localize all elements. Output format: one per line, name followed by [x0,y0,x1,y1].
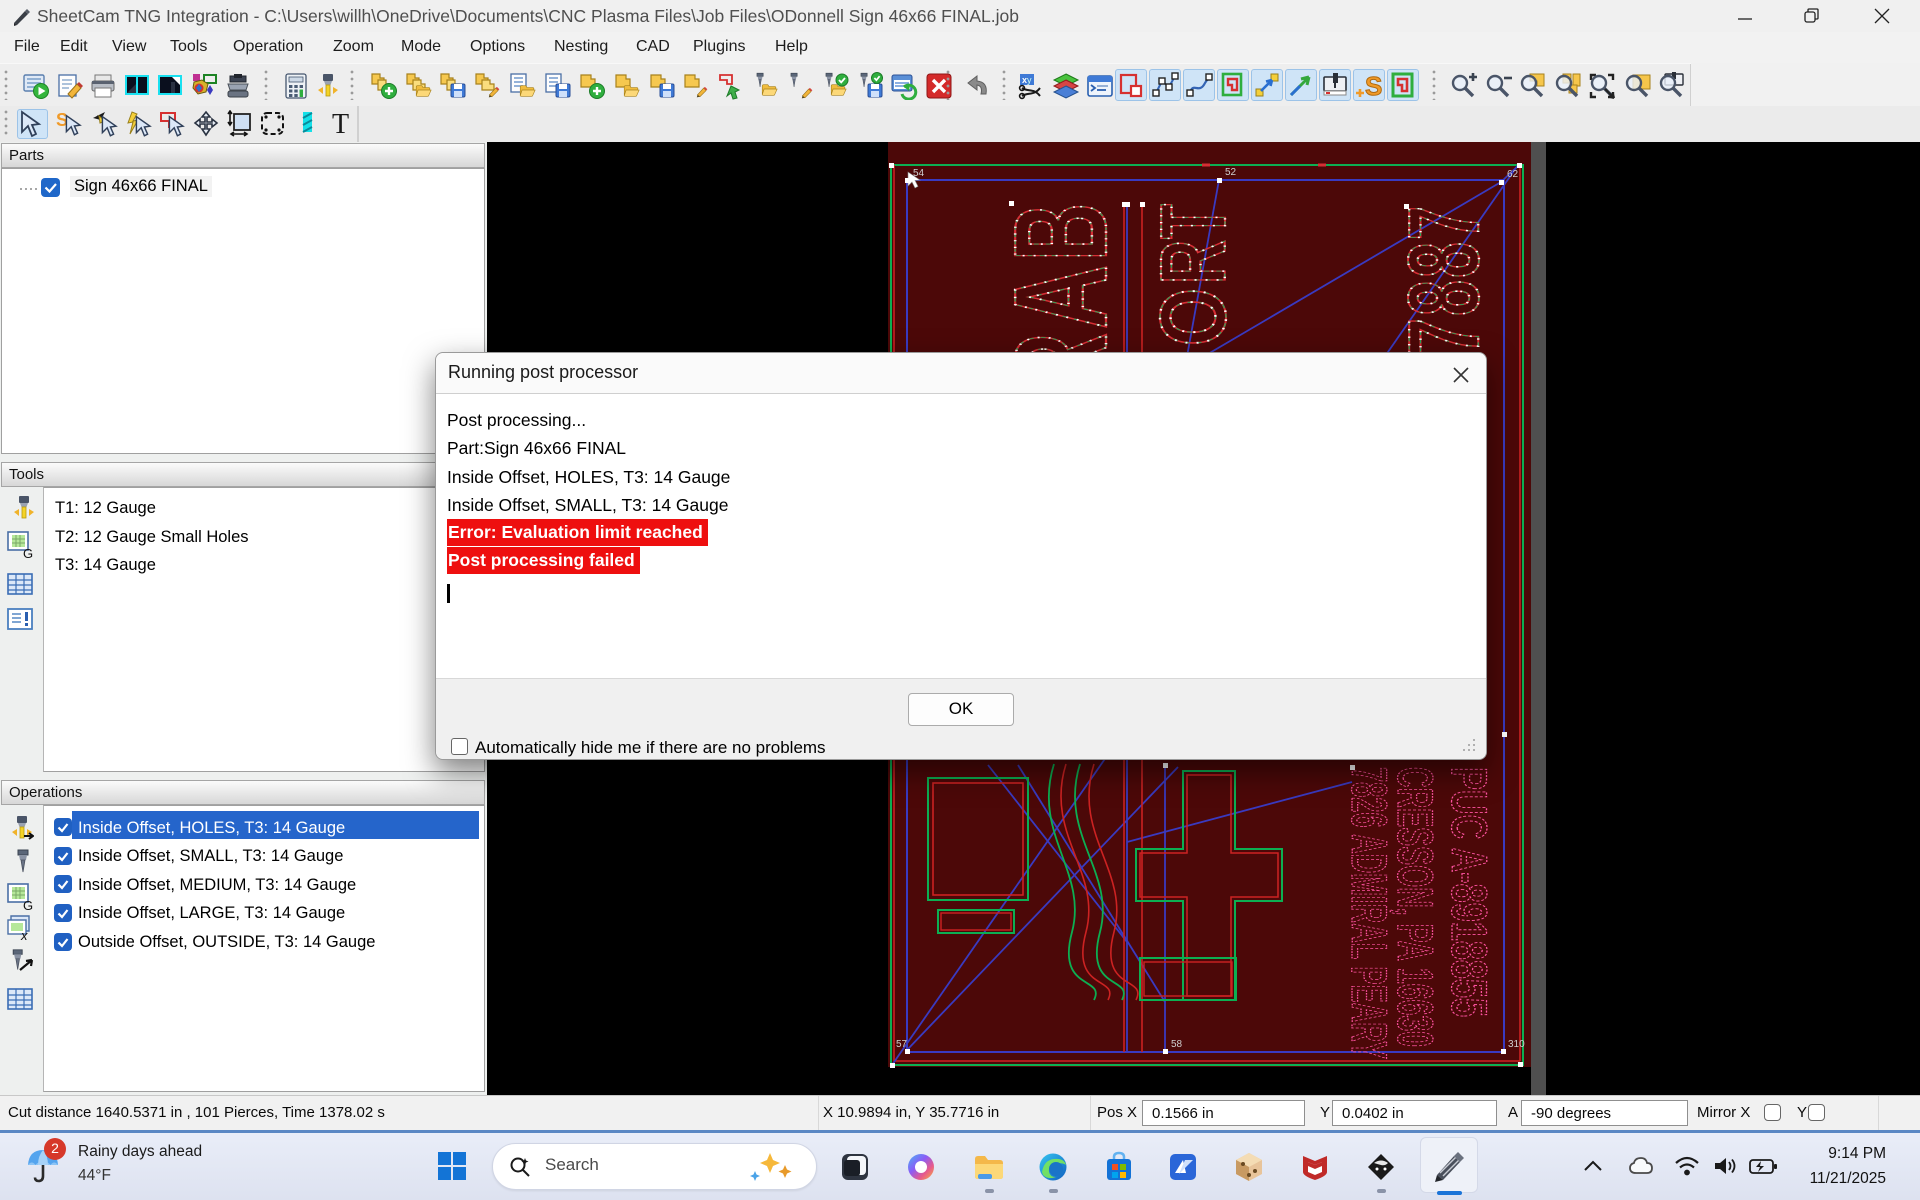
svg-text:G: G [23,898,33,912]
svg-text:54: 54 [913,168,925,179]
svg-text:G: G [23,546,33,560]
svg-text:B: B [987,203,1134,261]
svg-text:T: T [332,110,349,138]
svg-text:7: 7 [1388,318,1500,356]
svg-text:8: 8 [1388,280,1500,316]
svg-text:A: A [987,265,1134,329]
svg-text:CRESSON, PA 16630: CRESSON, PA 16630 [1387,767,1443,1047]
svg-text:R: R [1141,240,1245,284]
svg-text:7: 7 [1388,206,1500,240]
svg-text:PUC A-8918855: PUC A-8918855 [1441,767,1497,1017]
svg-text:y: y [1027,75,1032,85]
svg-text:310: 310 [1508,1039,1525,1050]
svg-text:62: 62 [1507,169,1519,180]
svg-text:x: x [20,928,28,942]
svg-text:T: T [1141,204,1245,239]
svg-text:57: 57 [896,1039,908,1050]
svg-text:58: 58 [1171,1039,1183,1050]
svg-text:S: S [1365,71,1382,99]
svg-text:8: 8 [1388,242,1500,278]
svg-text:52: 52 [1225,167,1237,178]
svg-text:O: O [1141,288,1245,346]
